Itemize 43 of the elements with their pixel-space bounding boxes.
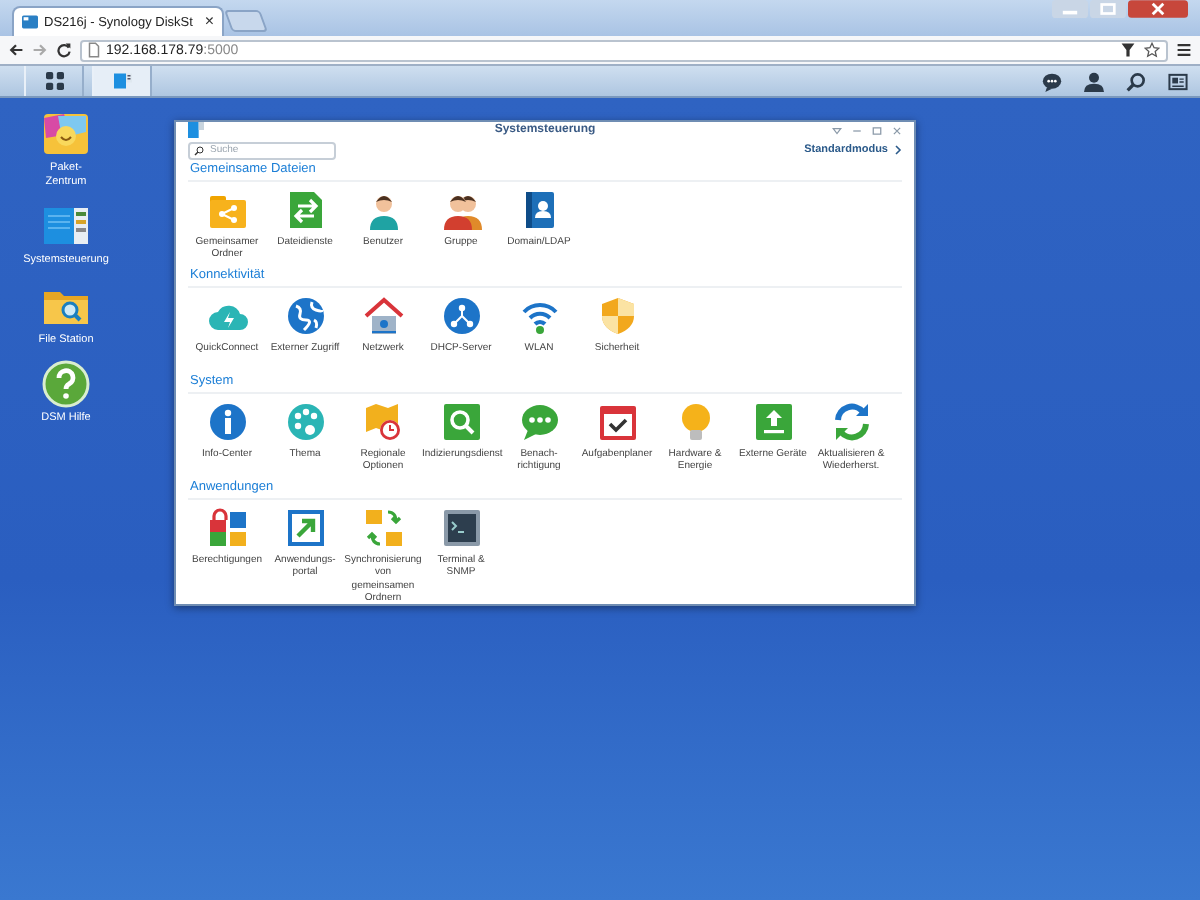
- info-icon: [207, 402, 247, 442]
- magnifier-icon: [441, 402, 481, 442]
- refresh-icon: [831, 402, 871, 442]
- users-icon: [441, 190, 481, 230]
- upload-icon: [753, 402, 793, 442]
- map-clock-icon: [363, 402, 403, 442]
- globe-icon: [285, 296, 325, 336]
- star-icon[interactable]: [1144, 42, 1160, 58]
- sync-folders-icon: [363, 508, 403, 548]
- palette-icon: [285, 402, 325, 442]
- grid-icon: [45, 72, 63, 90]
- shield-icon: [597, 296, 637, 336]
- house-icon: [363, 296, 403, 336]
- pin-icon[interactable]: [832, 125, 842, 136]
- page-icon: [88, 42, 100, 58]
- help-icon: [42, 360, 90, 409]
- control-panel-icon: [113, 72, 131, 90]
- calendar-check-icon: [597, 402, 637, 442]
- page-icon: [22, 14, 38, 30]
- package-box-icon: [42, 110, 90, 158]
- search-icon: [194, 145, 204, 156]
- folder-share-icon: [207, 190, 247, 230]
- arrows-icon: [285, 190, 325, 230]
- close-icon[interactable]: [892, 125, 902, 136]
- main-menu-button[interactable]: [24, 66, 84, 96]
- chevron-right-icon: [894, 144, 902, 157]
- user-icon[interactable]: [1084, 71, 1104, 91]
- terminal-icon: [441, 508, 481, 548]
- control-panel-icon: [188, 122, 204, 139]
- filter-icon[interactable]: [1120, 42, 1136, 58]
- close-tab-button[interactable]: ×: [204, 14, 214, 30]
- arrow-box-icon: [285, 508, 325, 548]
- back-icon[interactable]: [8, 42, 24, 58]
- chat-icon: [519, 402, 559, 442]
- reload-icon[interactable]: [56, 42, 72, 58]
- close-icon[interactable]: [1128, 0, 1188, 18]
- widget-icon[interactable]: [1168, 71, 1188, 91]
- chat-icon[interactable]: [1042, 71, 1062, 91]
- search-icon[interactable]: [1126, 71, 1146, 91]
- network-icon: [441, 296, 481, 336]
- menu-icon[interactable]: [1176, 42, 1192, 58]
- maximize-icon[interactable]: [872, 125, 882, 136]
- lock-grid-icon: [207, 508, 247, 548]
